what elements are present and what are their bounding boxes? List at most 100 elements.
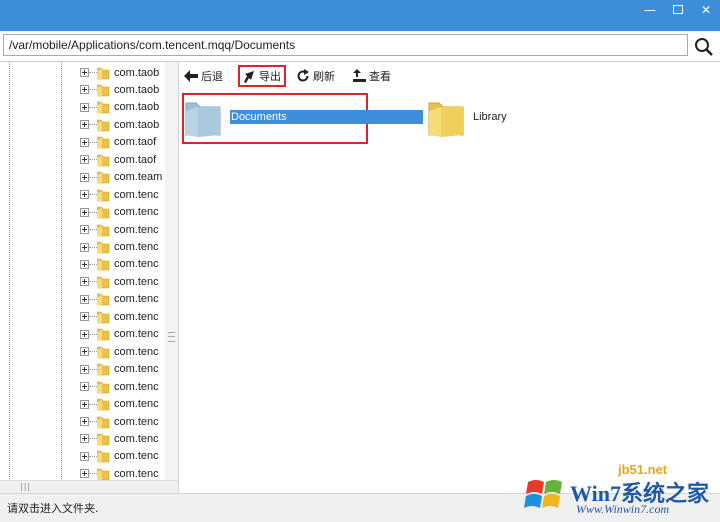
folder-tree[interactable]: com.taob com.taob com.taob com.taob com.taof… bbox=[0, 62, 179, 493]
expand-icon[interactable] bbox=[80, 399, 89, 409]
tree-guide-line bbox=[9, 62, 10, 493]
view-label: 查看 bbox=[369, 70, 391, 83]
expand-icon[interactable] bbox=[80, 434, 89, 444]
tree-item[interactable]: com.tenc bbox=[80, 326, 170, 343]
watermark-url: Www.Winwin7.com bbox=[576, 502, 670, 516]
expand-icon[interactable] bbox=[80, 68, 89, 77]
tree-connector bbox=[89, 176, 97, 178]
tree-item[interactable]: com.tenc bbox=[80, 204, 170, 221]
refresh-icon bbox=[297, 69, 309, 82]
folder-icon bbox=[97, 119, 110, 132]
view-button[interactable]: 查看 bbox=[353, 66, 391, 86]
expand-icon[interactable] bbox=[80, 294, 89, 304]
tree-item[interactable]: com.tenc bbox=[80, 448, 170, 465]
folder-icon bbox=[97, 416, 110, 429]
path-input[interactable] bbox=[3, 34, 688, 56]
tree-item[interactable]: com.taob bbox=[80, 81, 170, 98]
tree-connector bbox=[89, 106, 97, 108]
tree-item[interactable]: com.taof bbox=[80, 134, 170, 151]
tree-item[interactable]: com.tenc bbox=[80, 256, 170, 273]
tree-item-label: com.tenc bbox=[114, 258, 159, 271]
expand-icon[interactable] bbox=[80, 451, 89, 461]
expand-icon[interactable] bbox=[80, 225, 89, 235]
file-item-library[interactable]: Library bbox=[427, 97, 507, 137]
folder-icon bbox=[97, 451, 110, 464]
folder-icon bbox=[97, 381, 110, 394]
tree-item[interactable]: com.tenc bbox=[80, 221, 170, 238]
tree-item[interactable]: com.tenc bbox=[80, 361, 170, 378]
folder-icon bbox=[97, 346, 110, 359]
file-name-label: Library bbox=[473, 111, 507, 123]
tree-item-label: com.tenc bbox=[114, 328, 159, 341]
tree-item[interactable]: com.taob bbox=[80, 64, 170, 81]
maximize-button[interactable] bbox=[664, 0, 692, 20]
tree-item[interactable]: com.tenc bbox=[80, 343, 170, 360]
minimize-button[interactable]: — bbox=[636, 0, 664, 20]
refresh-button[interactable]: 刷新 bbox=[296, 66, 335, 86]
expand-icon[interactable] bbox=[80, 312, 89, 322]
tree-item[interactable]: com.tenc bbox=[80, 413, 170, 430]
expand-icon[interactable] bbox=[80, 329, 89, 339]
tree-item-label: com.tenc bbox=[114, 450, 159, 463]
tree-item[interactable]: com.taob bbox=[80, 116, 170, 133]
folder-icon bbox=[97, 206, 110, 220]
tree-item[interactable]: com.tenc bbox=[80, 291, 170, 308]
folder-icon bbox=[97, 102, 110, 115]
expand-icon[interactable] bbox=[80, 364, 89, 374]
tree-item-label: com.taob bbox=[114, 101, 160, 114]
tree-item-label: com.taob bbox=[114, 118, 160, 131]
tree-connector bbox=[89, 281, 97, 283]
expand-icon[interactable] bbox=[80, 277, 89, 287]
expand-icon[interactable] bbox=[80, 469, 89, 479]
file-item-documents[interactable]: Documents bbox=[184, 97, 423, 137]
expand-icon[interactable] bbox=[80, 207, 89, 217]
folder-icon bbox=[97, 224, 110, 237]
tree-item-label: com.tenc bbox=[114, 275, 159, 288]
tree-connector bbox=[89, 159, 97, 161]
tree-item[interactable]: com.tenc bbox=[80, 308, 170, 325]
expand-icon[interactable] bbox=[80, 155, 89, 165]
tree-connector bbox=[89, 351, 97, 353]
tree-item-label: com.tenc bbox=[114, 293, 159, 306]
folder-icon bbox=[97, 328, 110, 342]
close-button[interactable]: ✕ bbox=[692, 0, 720, 20]
expand-icon[interactable] bbox=[80, 120, 89, 130]
expand-icon[interactable] bbox=[80, 242, 89, 252]
tree-item[interactable]: com.tenc bbox=[80, 430, 170, 447]
file-list-pane[interactable]: Documents Library bbox=[179, 90, 720, 493]
tree-item[interactable]: com.taof bbox=[80, 151, 170, 168]
expand-icon[interactable] bbox=[80, 190, 89, 200]
folder-icon bbox=[97, 154, 110, 167]
folder-icon bbox=[97, 259, 110, 272]
tree-item[interactable]: com.tenc bbox=[80, 186, 170, 203]
expand-icon[interactable] bbox=[80, 137, 89, 147]
export-button[interactable]: 导出 bbox=[238, 65, 286, 87]
tree-connector bbox=[89, 229, 97, 231]
back-button[interactable]: 后退 bbox=[184, 66, 223, 86]
tree-item[interactable]: com.taob bbox=[80, 99, 170, 116]
tree-item[interactable]: com.tenc bbox=[80, 239, 170, 256]
tree-item-label: com.taob bbox=[114, 66, 160, 79]
expand-icon[interactable] bbox=[80, 259, 89, 269]
scroll-thumb[interactable] bbox=[20, 483, 34, 491]
tree-item[interactable]: com.team bbox=[80, 169, 170, 186]
tree-item[interactable]: com.tenc bbox=[80, 378, 170, 395]
folder-icon bbox=[97, 468, 110, 481]
folder-icon bbox=[428, 102, 464, 137]
expand-icon[interactable] bbox=[80, 347, 89, 357]
tree-item[interactable]: com.tenc bbox=[80, 273, 170, 290]
tree-connector bbox=[89, 124, 97, 126]
expand-icon[interactable] bbox=[80, 382, 89, 392]
expand-icon[interactable] bbox=[80, 85, 89, 95]
expand-icon[interactable] bbox=[80, 172, 89, 182]
tree-connector bbox=[89, 141, 97, 143]
arrow-left-icon bbox=[184, 70, 198, 82]
tree-vertical-scrollbar[interactable] bbox=[165, 62, 178, 482]
tree-horizontal-scrollbar[interactable] bbox=[0, 480, 178, 494]
expand-icon[interactable] bbox=[80, 102, 89, 112]
tree-connector bbox=[89, 368, 97, 370]
windows-logo-icon bbox=[524, 480, 562, 508]
tree-item[interactable]: com.tenc bbox=[80, 396, 170, 413]
search-icon[interactable] bbox=[693, 36, 715, 58]
expand-icon[interactable] bbox=[80, 417, 89, 426]
